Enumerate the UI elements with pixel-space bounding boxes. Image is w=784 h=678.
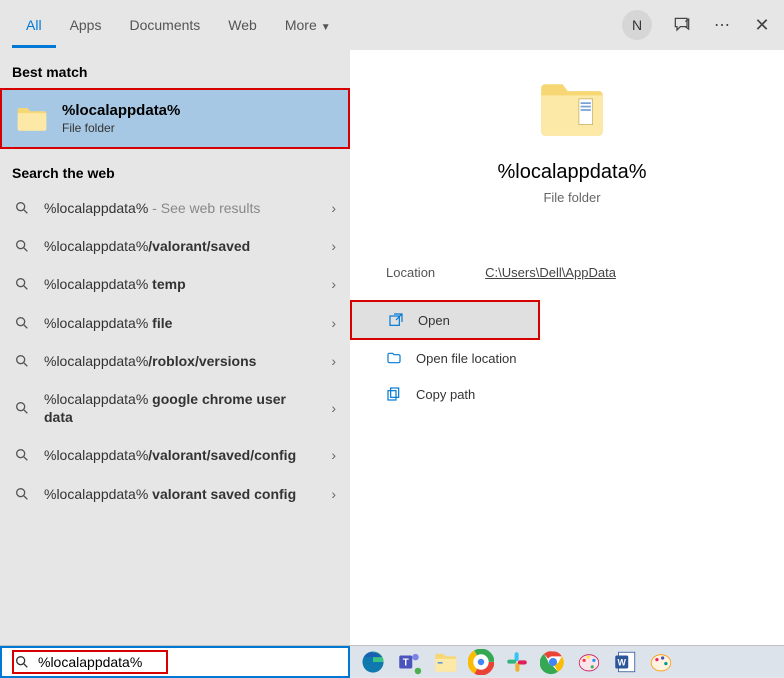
chevron-right-icon[interactable]: ›	[331, 353, 336, 369]
web-result-item[interactable]: %localappdata%/roblox/versions ›	[0, 342, 350, 380]
chevron-down-icon: ▼	[321, 22, 331, 33]
location-value[interactable]: C:\Users\Dell\AppData	[485, 265, 616, 280]
web-result-item[interactable]: %localappdata% google chrome user data ›	[0, 380, 350, 436]
web-result-text: %localappdata% - See web results	[44, 199, 336, 217]
preview-subtitle: File folder	[380, 190, 764, 205]
folder-open-icon	[386, 350, 402, 366]
preview-title: %localappdata%	[380, 161, 764, 184]
action-open-location[interactable]: Open file location	[350, 340, 784, 376]
search-icon	[14, 486, 30, 502]
taskbar-tray: T W	[350, 649, 684, 675]
more-options-icon[interactable]: ⋯	[712, 15, 732, 35]
chevron-right-icon[interactable]: ›	[331, 200, 336, 216]
feedback-icon[interactable]	[672, 15, 692, 35]
chrome-alt-icon[interactable]	[540, 649, 566, 675]
chevron-right-icon[interactable]: ›	[331, 315, 336, 331]
web-result-text: %localappdata%/valorant/saved	[44, 237, 336, 255]
palette-icon[interactable]	[648, 649, 674, 675]
search-icon	[14, 654, 30, 670]
preview-panel: %localappdata% File folder Location C:\U…	[350, 50, 784, 645]
edge-icon[interactable]	[360, 649, 386, 675]
web-result-text: %localappdata%/valorant/saved/config	[44, 446, 336, 464]
results-panel: Best match %localappdata% File folder Se…	[0, 50, 350, 645]
open-icon	[388, 312, 404, 328]
web-result-item[interactable]: %localappdata% file ›	[0, 304, 350, 342]
best-match-title: %localappdata%	[62, 102, 180, 119]
web-result-item[interactable]: %localappdata%/valorant/saved ›	[0, 227, 350, 265]
copy-icon	[386, 386, 402, 402]
taskbar: T W	[0, 645, 784, 677]
word-icon[interactable]: W	[612, 649, 638, 675]
web-result-text: %localappdata% temp	[44, 275, 336, 293]
slack-icon[interactable]	[504, 649, 530, 675]
search-icon	[14, 353, 30, 369]
best-match-item[interactable]: %localappdata% File folder	[0, 88, 350, 149]
web-result-item[interactable]: %localappdata% valorant saved config ›	[0, 475, 350, 513]
chevron-right-icon[interactable]: ›	[331, 400, 336, 416]
web-result-text: %localappdata%/roblox/versions	[44, 352, 336, 370]
tab-apps[interactable]: Apps	[56, 3, 116, 48]
search-icon	[14, 200, 30, 216]
search-box[interactable]	[0, 646, 350, 678]
web-result-text: %localappdata% file	[44, 314, 336, 332]
chevron-right-icon[interactable]: ›	[331, 276, 336, 292]
folder-icon	[16, 106, 48, 132]
action-open[interactable]: Open	[350, 300, 540, 340]
tab-documents[interactable]: Documents	[115, 3, 214, 48]
main-content: Best match %localappdata% File folder Se…	[0, 50, 784, 645]
search-icon	[14, 276, 30, 292]
filter-tabs: All Apps Documents Web More▼	[12, 3, 345, 48]
best-match-label: Best match	[0, 50, 350, 88]
web-result-item[interactable]: %localappdata% - See web results ›	[0, 189, 350, 227]
chevron-right-icon[interactable]: ›	[331, 238, 336, 254]
chevron-right-icon[interactable]: ›	[331, 486, 336, 502]
web-result-text: %localappdata% valorant saved config	[44, 485, 336, 503]
best-match-subtitle: File folder	[62, 121, 180, 135]
search-icon	[14, 315, 30, 331]
close-icon[interactable]: ✕	[752, 15, 772, 35]
search-web-label: Search the web	[0, 151, 350, 189]
search-icon	[14, 447, 30, 463]
web-result-item[interactable]: %localappdata% temp ›	[0, 265, 350, 303]
tab-web[interactable]: Web	[214, 3, 271, 48]
svg-text:T: T	[403, 657, 409, 668]
location-label: Location	[386, 265, 435, 280]
search-icon	[14, 238, 30, 254]
search-icon	[14, 400, 30, 416]
paint-app-icon[interactable]	[576, 649, 602, 675]
web-result-item[interactable]: %localappdata%/valorant/saved/config ›	[0, 436, 350, 474]
tab-more[interactable]: More▼	[271, 3, 345, 48]
svg-text:W: W	[618, 657, 627, 667]
user-avatar[interactable]: N	[622, 10, 652, 40]
action-copy-path[interactable]: Copy path	[350, 376, 784, 412]
folder-large-icon	[537, 80, 607, 140]
chevron-right-icon[interactable]: ›	[331, 447, 336, 463]
web-result-text: %localappdata% google chrome user data	[44, 390, 336, 426]
chrome-icon[interactable]	[468, 649, 494, 675]
teams-icon[interactable]: T	[396, 649, 422, 675]
search-input[interactable]	[38, 654, 158, 670]
explorer-icon[interactable]	[432, 649, 458, 675]
tab-all[interactable]: All	[12, 3, 56, 48]
top-bar: All Apps Documents Web More▼ N ⋯ ✕	[0, 0, 784, 50]
